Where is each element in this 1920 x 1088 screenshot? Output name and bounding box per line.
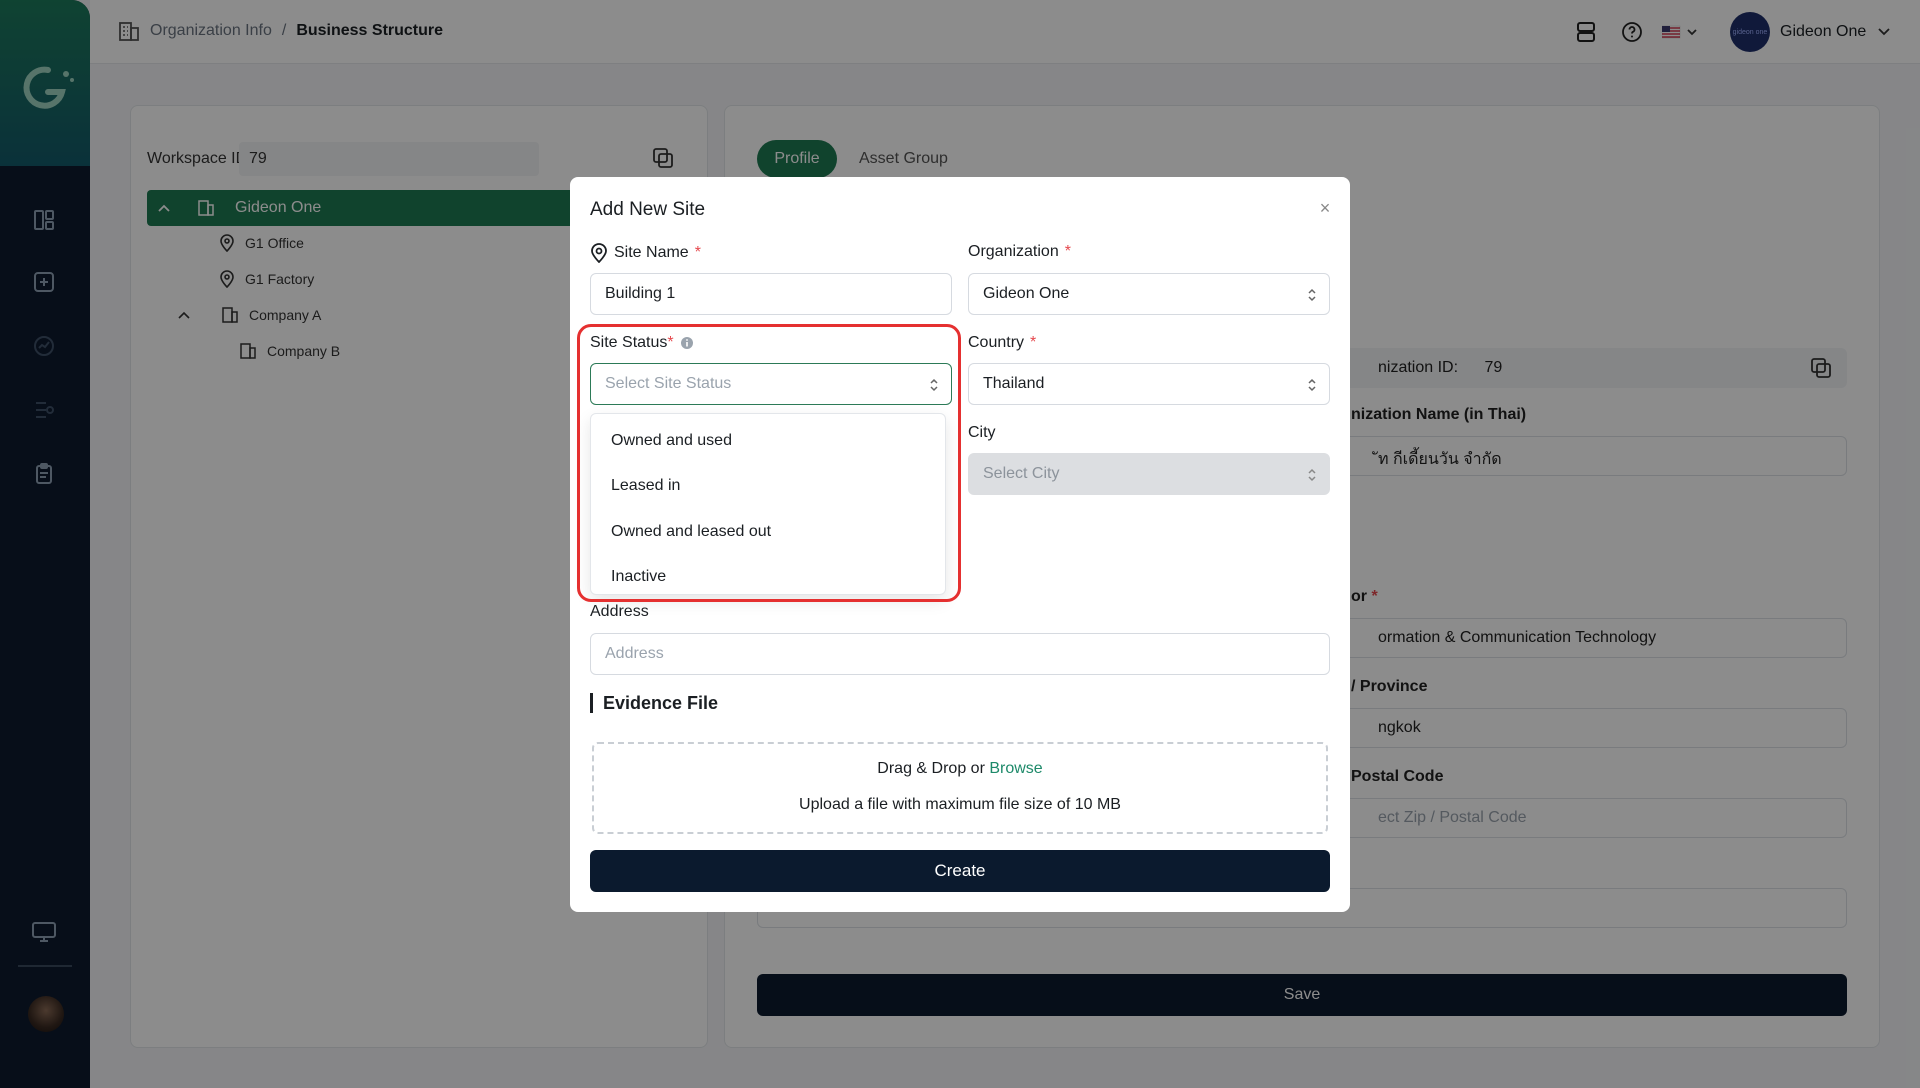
organization-select[interactable]: Gideon One: [968, 273, 1330, 315]
browse-link[interactable]: Browse: [989, 760, 1042, 777]
sort-arrows-icon: [1308, 378, 1316, 392]
evidence-file-title: Evidence File: [590, 693, 718, 713]
dropzone-text: Drag & Drop or Browse: [877, 760, 1043, 777]
location-pin-icon: [591, 243, 607, 263]
create-button[interactable]: Create: [590, 850, 1330, 892]
sort-arrows-icon: [1308, 468, 1316, 482]
modal-title: Add New Site: [590, 199, 706, 220]
add-new-site-modal: Add New Site × Site Name * Building 1 Org…: [570, 177, 1350, 912]
city-select: Select City: [968, 453, 1330, 495]
dropzone-hint: Upload a file with maximum file size of …: [799, 796, 1121, 813]
address-input[interactable]: Address: [590, 633, 1330, 675]
close-icon[interactable]: ×: [1316, 199, 1334, 217]
sort-arrows-icon: [1308, 288, 1316, 302]
country-select[interactable]: Thailand: [968, 363, 1330, 405]
site-name-input[interactable]: Building 1: [590, 273, 952, 315]
country-label: Country *: [968, 334, 1037, 351]
highlight-annotation: [577, 324, 961, 602]
city-label: City: [968, 424, 996, 441]
address-label: Address: [590, 603, 649, 620]
file-dropzone[interactable]: Drag & Drop or Browse Upload a file with…: [592, 742, 1328, 834]
organization-label: Organization *: [968, 243, 1071, 260]
site-name-label: Site Name *: [590, 243, 701, 263]
